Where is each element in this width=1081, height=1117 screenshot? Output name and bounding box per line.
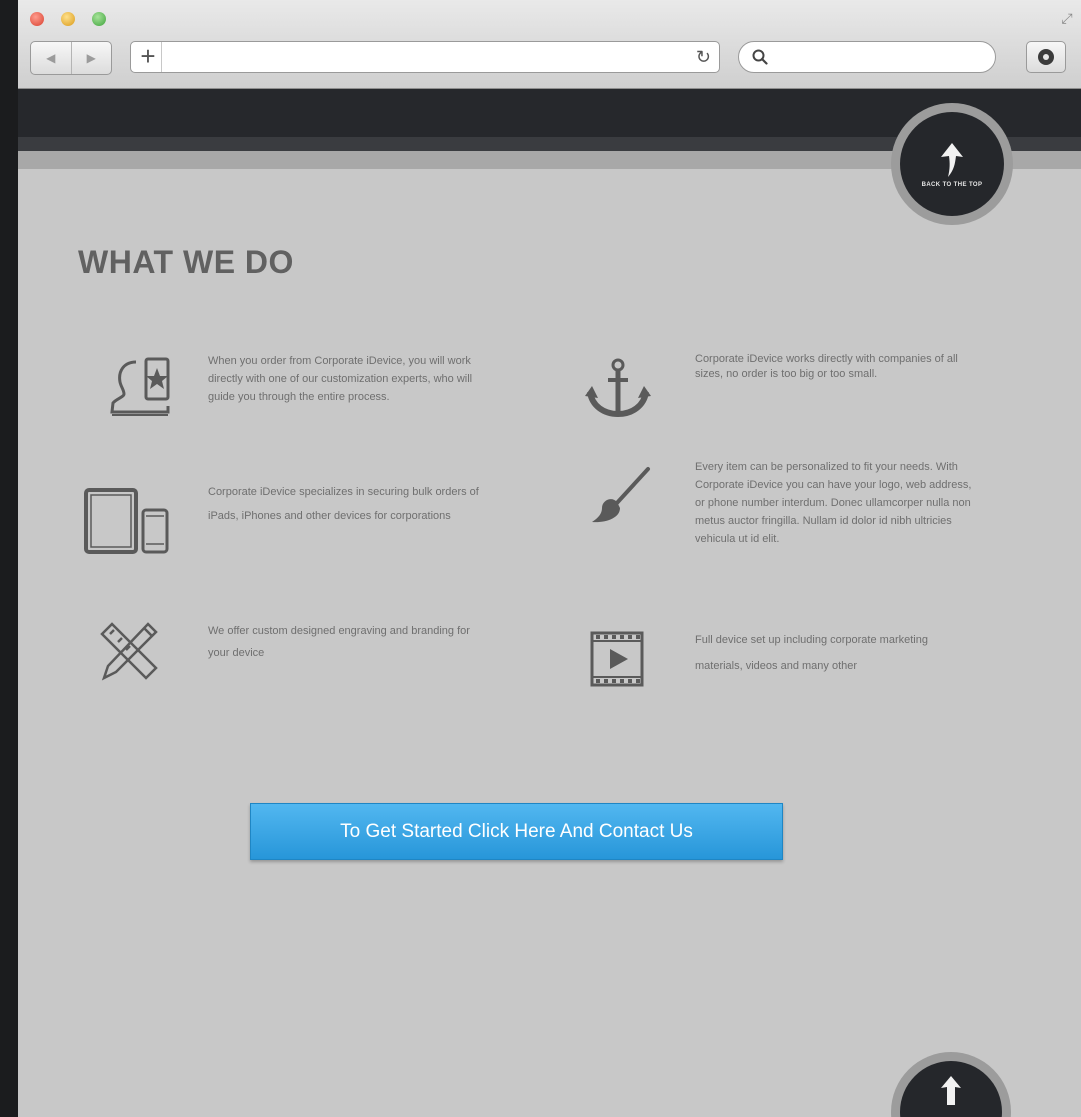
- back-arrow-icon: ◀: [46, 51, 56, 65]
- contact-us-button[interactable]: To Get Started Click Here And Contact Us: [250, 803, 783, 860]
- search-icon: [752, 49, 768, 65]
- fullscreen-icon[interactable]: ⤢: [1059, 10, 1075, 26]
- search-field[interactable]: [738, 41, 996, 73]
- history-navigation: ◀ ▶: [30, 41, 112, 75]
- back-to-top-button[interactable]: BACK TO THE TOP: [891, 103, 1013, 225]
- feature-text: We offer custom designed engraving and b…: [208, 625, 470, 659]
- address-bar[interactable]: + ↻: [130, 41, 720, 73]
- browser-window: ⤢ ◀ ▶ + ↻ BACK TO THE TOP WHAT WE DO Whe…: [18, 0, 1081, 1117]
- feature-text: Full device set up including corporate m…: [695, 634, 928, 672]
- reload-icon[interactable]: ↻: [696, 42, 711, 72]
- pencil-ruler-icon: [100, 622, 158, 681]
- back-to-top-label: BACK TO THE TOP: [921, 182, 983, 188]
- back-button[interactable]: ◀: [31, 42, 72, 74]
- close-window-button[interactable]: [30, 12, 44, 26]
- reader-button[interactable]: [1026, 41, 1066, 73]
- browser-toolbar: ⤢ ◀ ▶ + ↻: [18, 0, 1081, 89]
- section-heading: WHAT WE DO: [78, 244, 294, 280]
- forward-arrow-icon: ▶: [86, 51, 96, 65]
- up-arrow-icon: [941, 143, 963, 177]
- feature-text: When you order from Corporate iDevice, y…: [208, 355, 473, 403]
- customer-expert-icon: [110, 357, 170, 416]
- reader-icon: [1038, 49, 1054, 65]
- up-arrow-icon: [941, 1076, 961, 1105]
- paintbrush-icon: [592, 467, 650, 523]
- video-icon: [590, 631, 644, 687]
- minimize-window-button[interactable]: [61, 12, 75, 26]
- feature-text: Every item can be personalized to fit yo…: [695, 461, 972, 545]
- add-bookmark-icon[interactable]: +: [135, 42, 162, 72]
- forward-button[interactable]: ▶: [72, 42, 112, 74]
- zoom-window-button[interactable]: [92, 12, 106, 26]
- anchor-icon: [585, 358, 651, 418]
- feature-text: Corporate iDevice works directly with co…: [695, 353, 958, 380]
- feature-text: Corporate iDevice specializes in securin…: [208, 486, 479, 522]
- devices-icon: [84, 488, 169, 554]
